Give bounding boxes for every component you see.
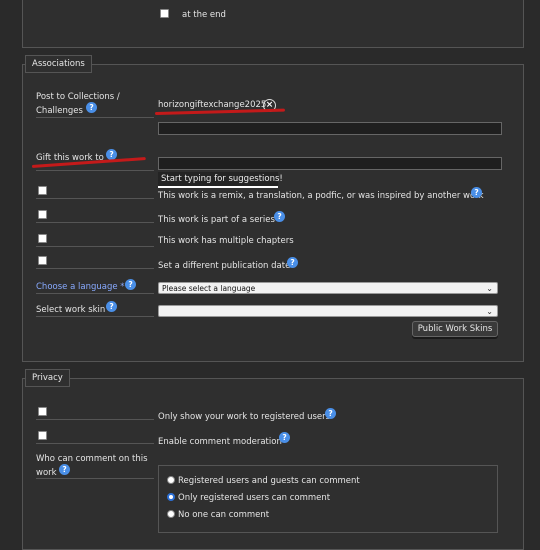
series-help-icon[interactable]: ? (274, 211, 285, 222)
collections-help-icon[interactable]: ? (86, 102, 97, 113)
chapters-label: This work has multiple chapters (158, 236, 294, 246)
gift-input[interactable] (158, 157, 502, 170)
pubdate-help-icon[interactable]: ? (287, 257, 298, 268)
chapters-rule (36, 246, 154, 247)
moderation-label: Enable comment moderation (158, 437, 282, 447)
registered-only-checkbox[interactable] (38, 407, 47, 416)
public-skins-button-label: Public Work Skins (417, 324, 493, 334)
language-help-icon[interactable]: ? (125, 279, 136, 290)
collections-label-line2: Challenges (36, 106, 83, 116)
collections-label-rule (36, 117, 154, 118)
who-comment-rule (36, 478, 154, 479)
who-comment-label: Who can comment on this work (36, 452, 148, 480)
previous-fieldset (22, 0, 524, 48)
public-skins-button[interactable]: Public Work Skins (412, 321, 498, 337)
skin-help-icon[interactable]: ? (106, 301, 117, 312)
collections-label-line1: Post to Collections / (36, 92, 120, 102)
who-comment-line1: Who can comment on this (36, 454, 148, 464)
registered-only-rule (36, 419, 154, 420)
moderation-checkbox[interactable] (38, 431, 47, 440)
radio-registered-and-guests[interactable] (167, 476, 175, 484)
remix-rule (36, 198, 154, 199)
moderation-help-icon[interactable]: ? (279, 432, 290, 443)
language-select-value: Please select a language (162, 284, 256, 293)
associations-legend: Associations (25, 55, 92, 73)
skin-label: Select work skin (36, 305, 106, 315)
option-registered-only: Only registered users can comment (178, 493, 331, 503)
pubdate-checkbox[interactable] (38, 256, 47, 265)
privacy-legend: Privacy (25, 369, 70, 387)
collection-input[interactable] (158, 122, 502, 135)
option-no-one: No one can comment (178, 510, 270, 520)
option-registered-and-guests: Registered users and guests can comment (178, 476, 360, 486)
at-end-label: at the end (182, 10, 226, 20)
radio-no-one[interactable] (167, 510, 175, 518)
collections-label: Post to Collections / Challenges (36, 90, 120, 118)
remix-checkbox[interactable] (38, 186, 47, 195)
language-rule (36, 293, 154, 294)
skin-rule (36, 316, 154, 317)
who-comment-help-icon[interactable]: ? (59, 464, 70, 475)
pubdate-label: Set a different publication date (158, 261, 291, 271)
moderation-rule (36, 443, 154, 444)
series-checkbox[interactable] (38, 210, 47, 219)
remix-label: This work is a remix, a translation, a p… (158, 191, 484, 201)
series-rule (36, 222, 154, 223)
pubdate-rule (36, 268, 154, 269)
who-comment-line2: work (36, 468, 57, 478)
radio-registered-only[interactable] (167, 493, 175, 501)
chapters-checkbox[interactable] (38, 234, 47, 243)
language-select[interactable]: Please select a language ⌄ (158, 282, 498, 294)
at-end-checkbox[interactable] (160, 9, 169, 18)
series-label: This work is part of a series (158, 215, 275, 225)
skin-select[interactable]: ⌄ (158, 305, 498, 317)
chevron-down-icon: ⌄ (486, 307, 493, 316)
remix-help-icon[interactable]: ? (471, 187, 482, 198)
gift-label-rule (36, 170, 154, 171)
registered-only-label: Only show your work to registered users (158, 412, 331, 422)
registered-only-help-icon[interactable]: ? (325, 408, 336, 419)
gift-suggestion-text: Start typing for suggestions! (161, 174, 283, 184)
gift-suggestion-box: Start typing for suggestions! (158, 172, 283, 188)
language-label[interactable]: Choose a language * (36, 282, 125, 292)
chevron-down-icon: ⌄ (486, 284, 493, 293)
